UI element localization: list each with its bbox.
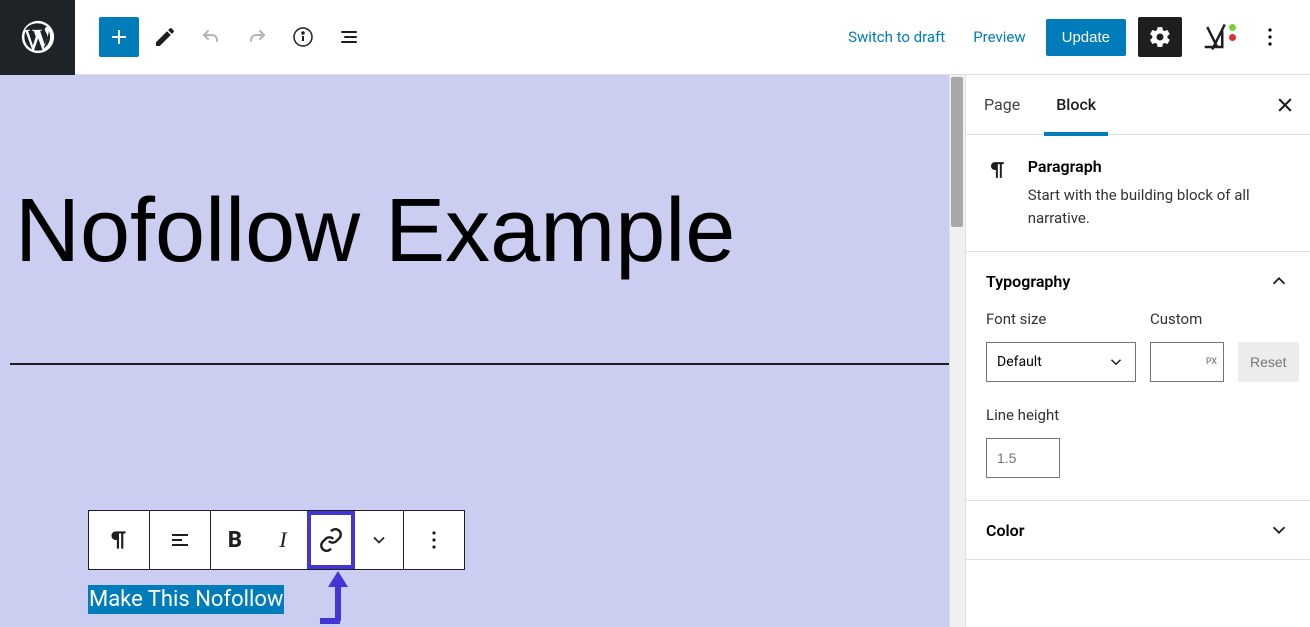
block-description-panel: Paragraph Start with the building block …: [966, 135, 1310, 252]
kebab-icon: [1258, 25, 1282, 49]
font-size-label: Font size: [986, 310, 1136, 336]
line-height-label: Line height: [986, 406, 1290, 432]
pencil-icon: [153, 25, 177, 49]
color-panel-toggle[interactable]: Color: [966, 501, 1310, 559]
switch-to-draft-link[interactable]: Switch to draft: [840, 20, 953, 54]
px-unit-label: PX: [1206, 357, 1217, 367]
italic-icon: I: [279, 527, 286, 553]
link-icon: [318, 527, 344, 553]
line-height-input[interactable]: [986, 438, 1060, 478]
edit-mode-button[interactable]: [145, 17, 185, 57]
tab-block[interactable]: Block: [1038, 75, 1114, 135]
tab-page[interactable]: Page: [966, 75, 1038, 135]
yoast-icon: [1201, 22, 1231, 52]
plus-icon: [107, 25, 131, 49]
editor-scrollbar[interactable]: [949, 75, 965, 627]
editor-top-toolbar: Switch to draft Preview Update: [0, 0, 1310, 75]
chevron-down-icon: [369, 530, 389, 550]
info-icon: [291, 25, 315, 49]
settings-toggle-button[interactable]: [1138, 17, 1182, 57]
editor-canvas[interactable]: Nofollow Example B: [0, 75, 965, 627]
block-name-label: Paragraph: [1028, 157, 1290, 176]
color-panel-title: Color: [986, 521, 1024, 540]
toolbar-right-group: Switch to draft Preview Update: [840, 17, 1310, 57]
wordpress-logo-button[interactable]: [0, 0, 75, 75]
chevron-up-icon: [1268, 270, 1290, 292]
custom-size-label: Custom: [1150, 310, 1224, 336]
add-block-button[interactable]: [99, 17, 139, 57]
paragraph-icon: [986, 157, 1010, 183]
undo-button[interactable]: [191, 17, 231, 57]
color-panel: Color: [966, 501, 1310, 560]
link-button[interactable]: [307, 511, 355, 569]
document-info-button[interactable]: [283, 17, 323, 57]
change-block-type-button[interactable]: [89, 511, 149, 569]
chevron-down-icon: [1268, 519, 1290, 541]
more-rich-text-button[interactable]: [355, 511, 403, 569]
toolbar-left-group: [75, 17, 369, 57]
kebab-icon: [422, 528, 446, 552]
preview-link[interactable]: Preview: [965, 20, 1033, 54]
scrollbar-thumb[interactable]: [951, 77, 963, 227]
sidebar-tabs: Page Block: [966, 75, 1310, 135]
redo-button[interactable]: [237, 17, 277, 57]
italic-button[interactable]: I: [259, 511, 307, 569]
update-button[interactable]: Update: [1046, 19, 1126, 56]
settings-sidebar: Page Block Paragraph Start with the buil…: [965, 75, 1310, 627]
undo-icon: [199, 25, 223, 49]
bold-button[interactable]: B: [211, 511, 259, 569]
redo-icon: [245, 25, 269, 49]
yoast-readability-indicator: [1229, 24, 1236, 31]
font-size-select[interactable]: Default: [986, 342, 1136, 382]
annotation-arrow: [320, 571, 360, 627]
paragraph-selected-text[interactable]: Make This Nofollow: [88, 585, 284, 614]
chevron-down-icon: [1107, 353, 1125, 371]
typography-panel-title: Typography: [986, 272, 1070, 291]
typography-panel: Typography Font size Default Custom: [966, 252, 1310, 501]
outline-icon: [337, 25, 361, 49]
sidebar-close-button[interactable]: [1260, 75, 1310, 135]
align-text-button[interactable]: [150, 511, 210, 569]
yoast-seo-indicator: [1229, 34, 1236, 41]
custom-font-size-input[interactable]: PX: [1150, 342, 1224, 382]
wordpress-icon: [21, 20, 55, 54]
close-icon: [1275, 95, 1295, 115]
title-separator: [10, 363, 955, 365]
font-size-value: Default: [997, 354, 1042, 370]
typography-panel-toggle[interactable]: Typography: [966, 252, 1310, 310]
document-outline-button[interactable]: [329, 17, 369, 57]
block-toolbar: B I: [88, 510, 465, 570]
block-description-text: Start with the building block of all nar…: [1028, 184, 1290, 229]
paragraph-icon: [106, 527, 132, 553]
block-more-options-button[interactable]: [404, 511, 464, 569]
yoast-seo-button[interactable]: [1194, 17, 1238, 57]
more-options-button[interactable]: [1250, 17, 1290, 57]
post-title[interactable]: Nofollow Example: [0, 75, 965, 313]
align-left-icon: [168, 528, 192, 552]
gear-icon: [1148, 25, 1172, 49]
bold-icon: B: [228, 528, 242, 553]
font-size-reset-button[interactable]: Reset: [1238, 342, 1299, 382]
